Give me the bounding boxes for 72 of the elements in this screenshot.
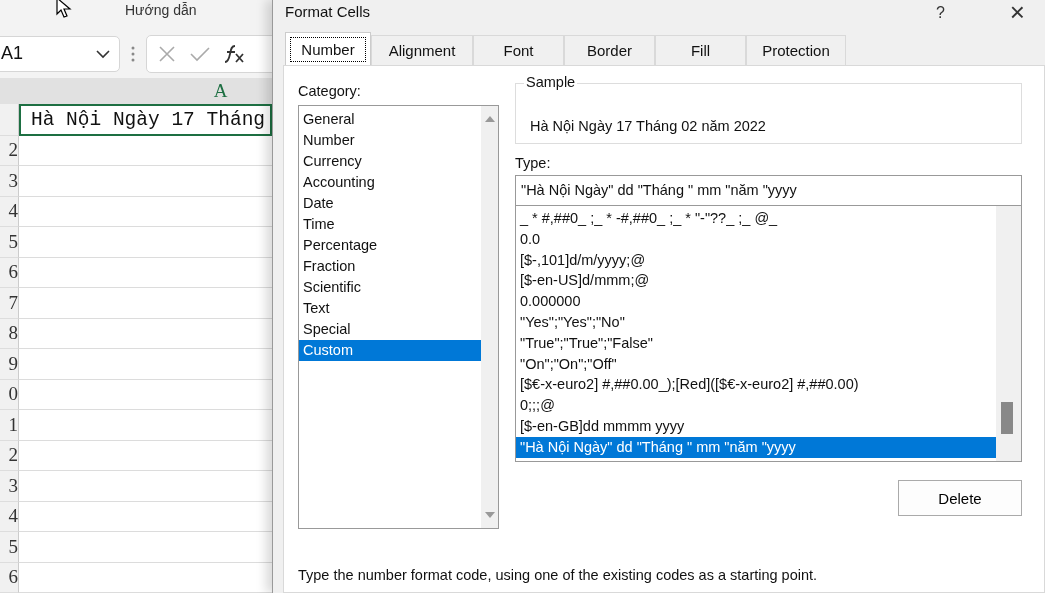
row-header[interactable]: 5 (0, 532, 19, 563)
format-item[interactable]: [$€-x-euro2] #,##0.00_);[Red]([$€-x-euro2] #,##0.00) (516, 374, 996, 396)
hint-text: Type the number format code, using one of the existing codes as a starting point. (297, 567, 819, 583)
tab[interactable]: Border (564, 35, 655, 65)
ribbon-tab[interactable]: Hướng dẫn (125, 2, 197, 18)
format-item[interactable]: [$-en-US]d/mmm;@ (516, 270, 996, 292)
row-header[interactable]: 5 (0, 227, 19, 258)
row-header[interactable]: 9 (0, 349, 19, 380)
category-item[interactable]: Number (299, 130, 481, 151)
format-item[interactable]: "Hà Nội Ngày" dd "Tháng " mm "năm "yyyy (516, 436, 996, 458)
type-label: Type: (515, 155, 552, 171)
row-header[interactable]: 2 (0, 440, 19, 471)
select-all-corner[interactable] (0, 77, 19, 104)
category-item[interactable]: General (299, 109, 481, 130)
tab[interactable]: Number (285, 32, 371, 65)
format-item[interactable]: 0.0 (516, 228, 996, 250)
format-item[interactable]: [$-en-GB]dd mmmm yyyy (516, 415, 996, 437)
row-header[interactable]: 1 (0, 410, 19, 441)
format-item[interactable]: "On";"On";"Off" (516, 353, 996, 375)
close-button[interactable]: × (1009, 0, 1025, 26)
row-header[interactable]: 7 (0, 288, 19, 319)
category-item[interactable]: Fraction (299, 256, 481, 277)
tab[interactable]: Fill (655, 35, 746, 65)
category-item[interactable]: Percentage (299, 235, 481, 256)
format-item[interactable]: "Yes";"Yes";"No" (516, 312, 996, 333)
row-header[interactable]: 3 (0, 166, 19, 197)
category-item[interactable]: Date (299, 193, 481, 214)
row-header[interactable]: 2 (0, 135, 19, 166)
row-header[interactable]: 6 (0, 257, 19, 288)
selected-cell[interactable]: Hà Nội Ngày 17 Tháng (19, 103, 272, 136)
row-header[interactable]: 3 (0, 471, 19, 502)
row-header[interactable]: 4 (0, 501, 19, 532)
format-item[interactable]: "True";"True";"False" (516, 332, 996, 354)
category-item[interactable]: Text (299, 298, 481, 319)
delete-button[interactable]: Delete (898, 480, 1022, 516)
format-item[interactable]: 0;;;@ (516, 395, 996, 416)
category-item[interactable]: Currency (299, 151, 481, 172)
tab[interactable]: Font (473, 35, 564, 65)
category-item[interactable]: Special (299, 319, 481, 340)
tab[interactable]: Alignment (371, 35, 473, 65)
type-list[interactable] (515, 206, 1022, 462)
scroll-up-icon[interactable] (483, 115, 496, 123)
check-icon[interactable] (189, 44, 211, 63)
sample-text: Hà Nội Ngày 17 Tháng 02 năm 2022 (530, 118, 766, 134)
dialog-title: Format Cells (285, 3, 370, 20)
scroll-down-icon[interactable] (483, 511, 496, 519)
category-item[interactable]: Scientific (299, 277, 481, 298)
row-header[interactable] (0, 103, 19, 136)
row-header[interactable]: 4 (0, 196, 19, 227)
category-item[interactable]: Accounting (299, 172, 481, 193)
row-header[interactable]: 0 (0, 379, 19, 410)
type-input[interactable]: "Hà Nội Ngày" dd "Tháng " mm "năm "yyyy (515, 175, 1022, 206)
help-button[interactable]: ? (936, 4, 945, 22)
format-item[interactable]: _ * #,##0_ ;_ * -#,##0_ ;_ * "-"??_ ;_ @_ (516, 208, 996, 229)
function-icon[interactable] (223, 43, 245, 64)
more-icon (130, 44, 136, 63)
cancel-icon[interactable] (157, 43, 177, 64)
category-label: Category: (298, 83, 362, 99)
scrollbar[interactable] (481, 106, 498, 528)
scrollbar-thumb[interactable] (1001, 402, 1013, 434)
row-header[interactable]: 8 (0, 318, 19, 349)
format-item[interactable]: [$-,101]d/m/yyyy;@ (516, 249, 996, 271)
category-item[interactable]: Custom (299, 340, 481, 361)
row-header[interactable]: 6 (0, 562, 19, 593)
column-header[interactable]: A (19, 77, 272, 105)
format-item[interactable]: 0.000000 (516, 291, 996, 312)
category-list[interactable]: General Number Currency Accounting Date Time Percentage Fraction Scientific Text Special Custom (298, 105, 499, 529)
chevron-down-icon (95, 48, 111, 59)
name-box[interactable]: A1 (0, 35, 120, 72)
sample-label: Sample (524, 74, 578, 90)
tab[interactable]: Protection (746, 35, 846, 65)
category-item[interactable]: Time (299, 214, 481, 235)
